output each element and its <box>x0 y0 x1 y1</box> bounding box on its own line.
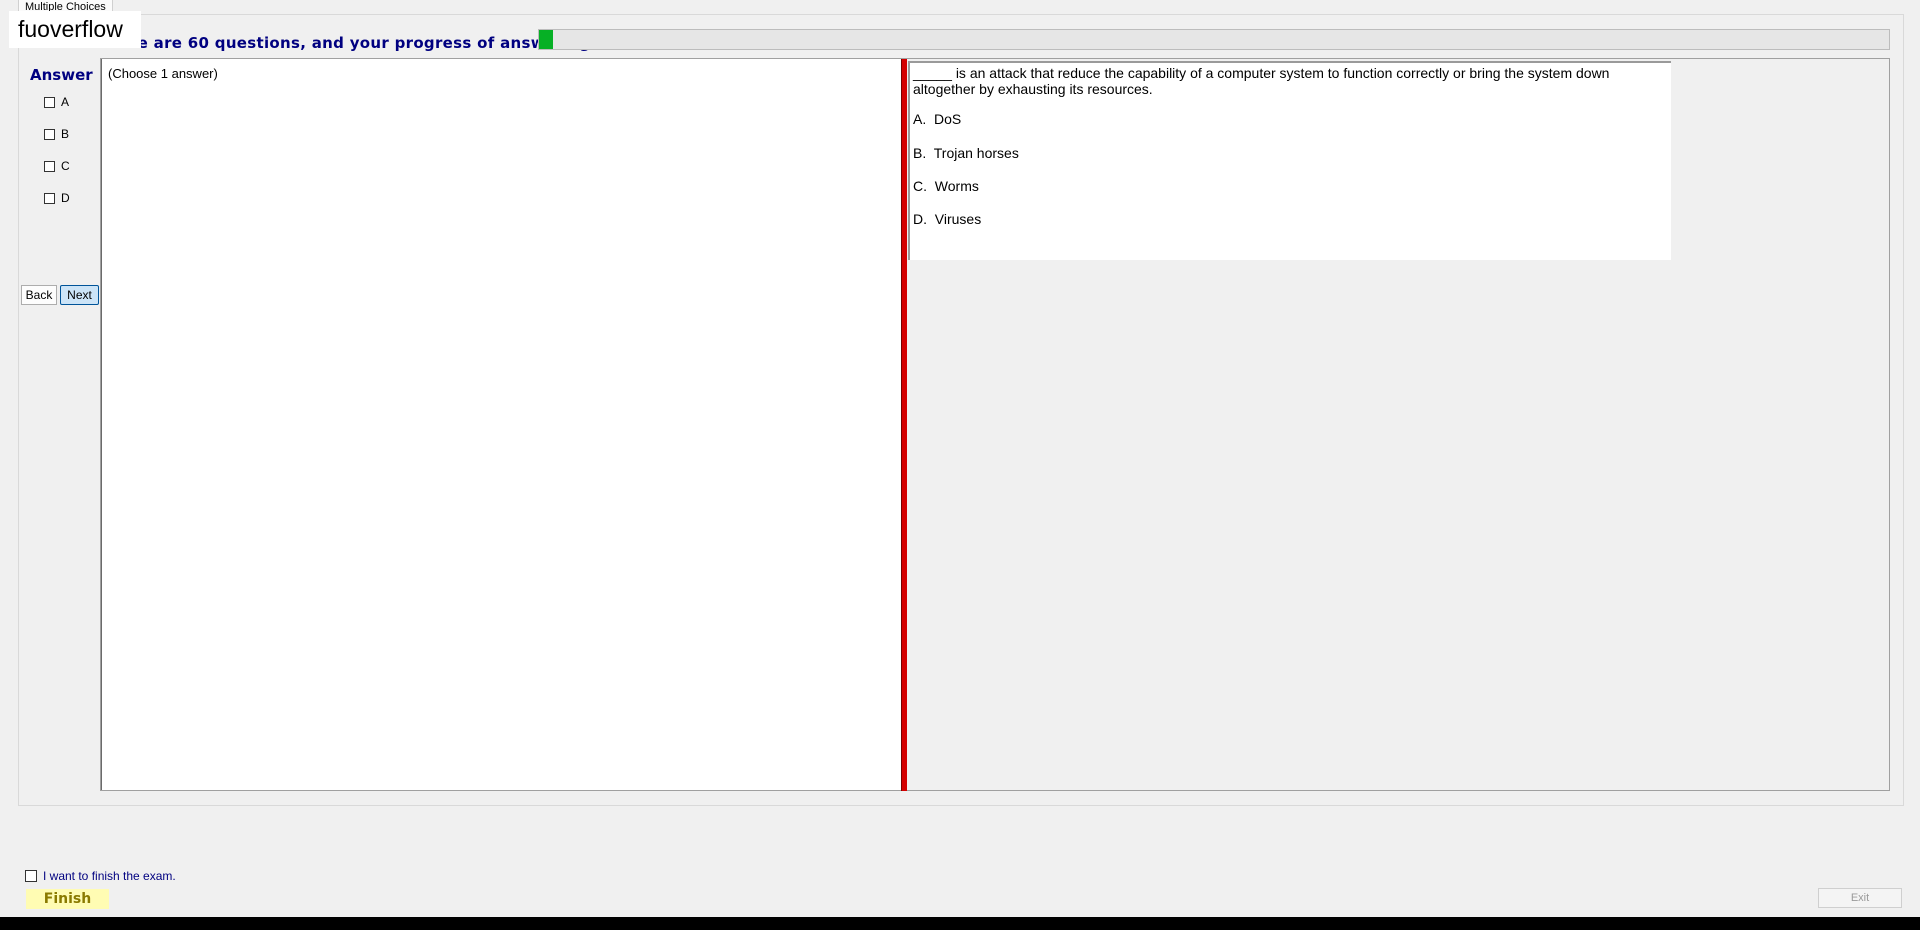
checkbox[interactable] <box>44 128 55 140</box>
checkbox[interactable] <box>25 870 37 882</box>
question-box: _____ is an attack that reduce the capab… <box>908 61 1671 260</box>
choose-instruction: (Choose 1 answer) <box>108 66 218 81</box>
finish-exam-checkbox[interactable]: I want to finish the exam. <box>25 869 176 883</box>
answer-option-label: C <box>61 159 70 173</box>
progress-text: There are 60 questions, and your progres… <box>98 34 611 52</box>
choice-c: C. Worms <box>913 178 979 194</box>
next-button[interactable]: Next <box>60 285 99 305</box>
exam-window: Multiple Choices fuoverflow There are 60… <box>0 0 1920 930</box>
checkbox[interactable] <box>44 160 55 172</box>
answer-option-label: D <box>61 191 70 205</box>
answer-option-c[interactable]: C <box>44 158 70 174</box>
question-text: _____ is an attack that reduce the capab… <box>913 65 1610 97</box>
answer-pane: (Choose 1 answer) <box>101 59 902 790</box>
watermark: fuoverflow <box>9 11 141 48</box>
pane-splitter[interactable] <box>901 59 907 791</box>
taskbar-strip <box>0 917 1920 930</box>
choice-b: B. Trojan horses <box>913 145 1019 161</box>
progress-fill <box>539 30 553 49</box>
choice-a: A. DoS <box>913 111 962 127</box>
finish-exam-label: I want to finish the exam. <box>43 869 176 883</box>
answer-heading: Answer <box>30 66 93 84</box>
answer-option-label: A <box>61 95 70 109</box>
progress-bar <box>538 29 1890 50</box>
exit-button[interactable]: Exit <box>1818 888 1902 908</box>
back-button[interactable]: Back <box>21 285 57 305</box>
checkbox[interactable] <box>44 192 55 204</box>
answer-option-a[interactable]: A <box>44 94 69 110</box>
choice-d: D. Viruses <box>913 211 982 227</box>
answer-option-d[interactable]: D <box>44 190 70 206</box>
finish-button[interactable]: Finish <box>26 889 109 909</box>
checkbox[interactable] <box>44 96 55 108</box>
answer-option-label: B <box>61 127 70 141</box>
answer-option-b[interactable]: B <box>44 126 69 142</box>
